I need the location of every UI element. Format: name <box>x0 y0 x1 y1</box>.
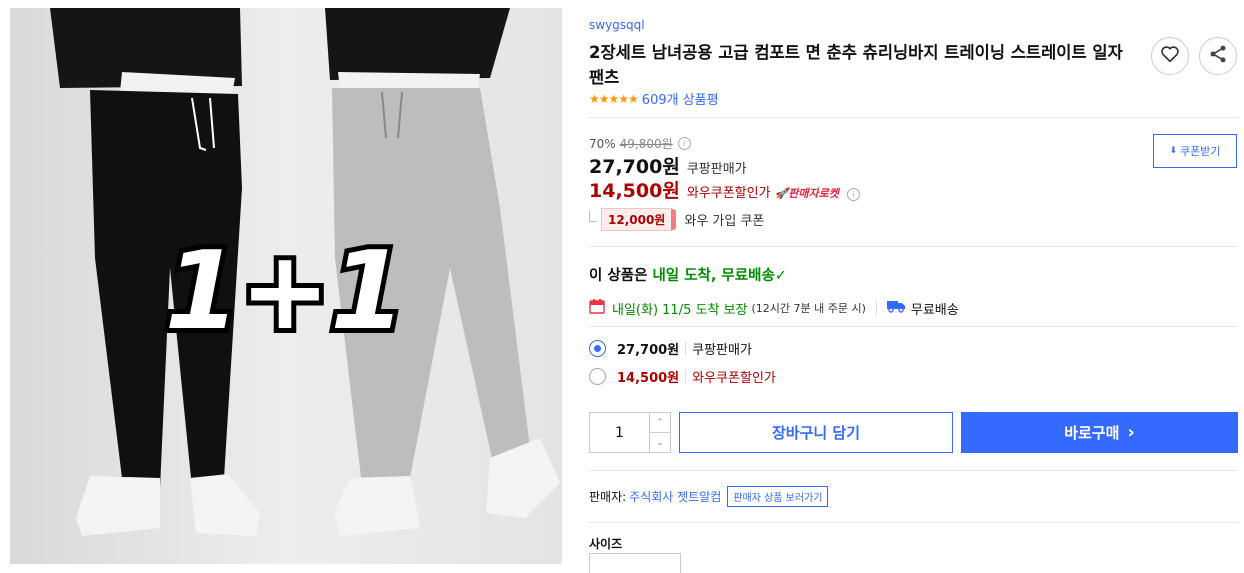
info-icon[interactable]: i <box>846 188 860 201</box>
info-icon[interactable]: i <box>677 137 691 150</box>
radio-unselected[interactable] <box>589 368 606 385</box>
divider <box>589 246 1238 247</box>
coupon-amount-tag: 12,000원 <box>601 208 677 231</box>
overlay-1plus1-text: 1+1 <box>165 229 406 354</box>
product-title: 2장세트 남녀공용 고급 컴포트 면 춘추 츄리닝바지 트레이닝 스트레이트 일… <box>589 43 1123 87</box>
divider <box>589 117 1238 118</box>
quantity-input[interactable]: 1 <box>590 413 649 452</box>
rating-summary[interactable]: ★★★★★ 609개 상품평 <box>589 89 719 109</box>
seller-rocket-badge: 🚀판매자로켓 <box>774 187 839 200</box>
get-coupon-button[interactable]: ⬇ 쿠폰받기 <box>1153 134 1237 168</box>
add-to-cart-button[interactable]: 장바구니 담기 <box>679 412 953 453</box>
star-rating-icon: ★★★★★ <box>589 91 639 106</box>
review-count-link[interactable]: 609개 상품평 <box>642 89 719 108</box>
original-price: 49,800원 <box>619 137 673 151</box>
sale-price: 27,700원 <box>589 156 680 178</box>
quantity-stepper[interactable]: 1 ⌃ ⌄ <box>589 412 671 453</box>
calendar-icon <box>589 298 605 318</box>
corner-line <box>589 211 597 222</box>
divider <box>589 470 1238 471</box>
size-option-box[interactable] <box>589 553 681 573</box>
quantity-decrease-button[interactable]: ⌄ <box>650 433 670 452</box>
seller-name-link[interactable]: 주식회사 젯트알컴 <box>629 488 721 505</box>
share-icon <box>1208 44 1228 68</box>
sale-price-label: 쿠팡판매가 <box>686 162 747 177</box>
share-button[interactable] <box>1199 37 1237 75</box>
delivery-headline-prefix: 이 상품은 <box>589 268 653 284</box>
separator <box>685 370 687 383</box>
option-price: 14,500원 <box>617 371 680 386</box>
buy-now-button[interactable]: 바로구매 › <box>961 412 1238 453</box>
coupon-description: 와우 가입 쿠폰 <box>684 214 765 229</box>
seller-products-button[interactable]: 판매자 상품 보러가기 <box>727 486 829 507</box>
seller-row: 판매자: 주식회사 젯트알컴 판매자 상품 보러가기 <box>589 486 829 507</box>
size-section-label: 사이즈 <box>589 537 623 551</box>
option-price: 27,700원 <box>617 343 680 358</box>
free-shipping-text: 무료배송 <box>910 302 959 318</box>
radio-selected[interactable] <box>589 340 606 357</box>
discount-rate: 70% <box>589 136 616 151</box>
divider <box>589 522 1238 523</box>
arrival-guarantee: 내일(화) 11/5 도착 보장 <box>612 302 748 318</box>
wow-price-row: 14,500원 와우쿠폰할인가 🚀판매자로켓 i <box>589 176 860 203</box>
discount-row: 70% 49,800원 i <box>589 135 691 152</box>
coupon-row: 12,000원 와우 가입 쿠폰 <box>589 208 764 231</box>
check-icon: ✓ <box>774 268 787 284</box>
product-main-image[interactable]: 1+1 <box>10 8 562 564</box>
quantity-increase-button[interactable]: ⌃ <box>650 413 670 433</box>
brand-link[interactable]: swygsqql <box>589 18 645 32</box>
option-label: 와우쿠폰할인가 <box>692 371 776 386</box>
divider <box>589 326 1238 327</box>
delivery-info-row: 내일(화) 11/5 도착 보장 (12시간 7분 내 주문 시) 무료배송 <box>589 298 959 318</box>
price-option-wow[interactable]: 14,500원 와우쿠폰할인가 <box>589 367 776 386</box>
price-option-coupang[interactable]: 27,700원 쿠팡판매가 <box>589 339 752 358</box>
option-label: 쿠팡판매가 <box>692 343 752 358</box>
separator <box>875 301 877 315</box>
delivery-headline: 이 상품은 내일 도착, 무료배송✓ <box>589 264 787 285</box>
chevron-right-icon: › <box>1127 422 1135 443</box>
get-coupon-label: 쿠폰받기 <box>1180 145 1221 158</box>
buy-now-label: 바로구매 <box>1064 424 1120 442</box>
sale-price-row: 27,700원 쿠팡판매가 <box>589 152 747 179</box>
separator <box>685 342 687 355</box>
delivery-headline-highlight: 내일 도착, 무료배송 <box>652 268 775 284</box>
seller-label: 판매자: <box>589 490 627 504</box>
download-icon: ⬇ <box>1169 146 1178 156</box>
wow-price-label: 와우쿠폰할인가 <box>686 186 771 201</box>
truck-icon <box>886 299 905 317</box>
arrival-note: (12시간 7분 내 주문 시) <box>751 302 866 315</box>
wow-price: 14,500원 <box>589 180 680 202</box>
heart-icon <box>1160 45 1180 67</box>
wishlist-button[interactable] <box>1151 37 1189 75</box>
